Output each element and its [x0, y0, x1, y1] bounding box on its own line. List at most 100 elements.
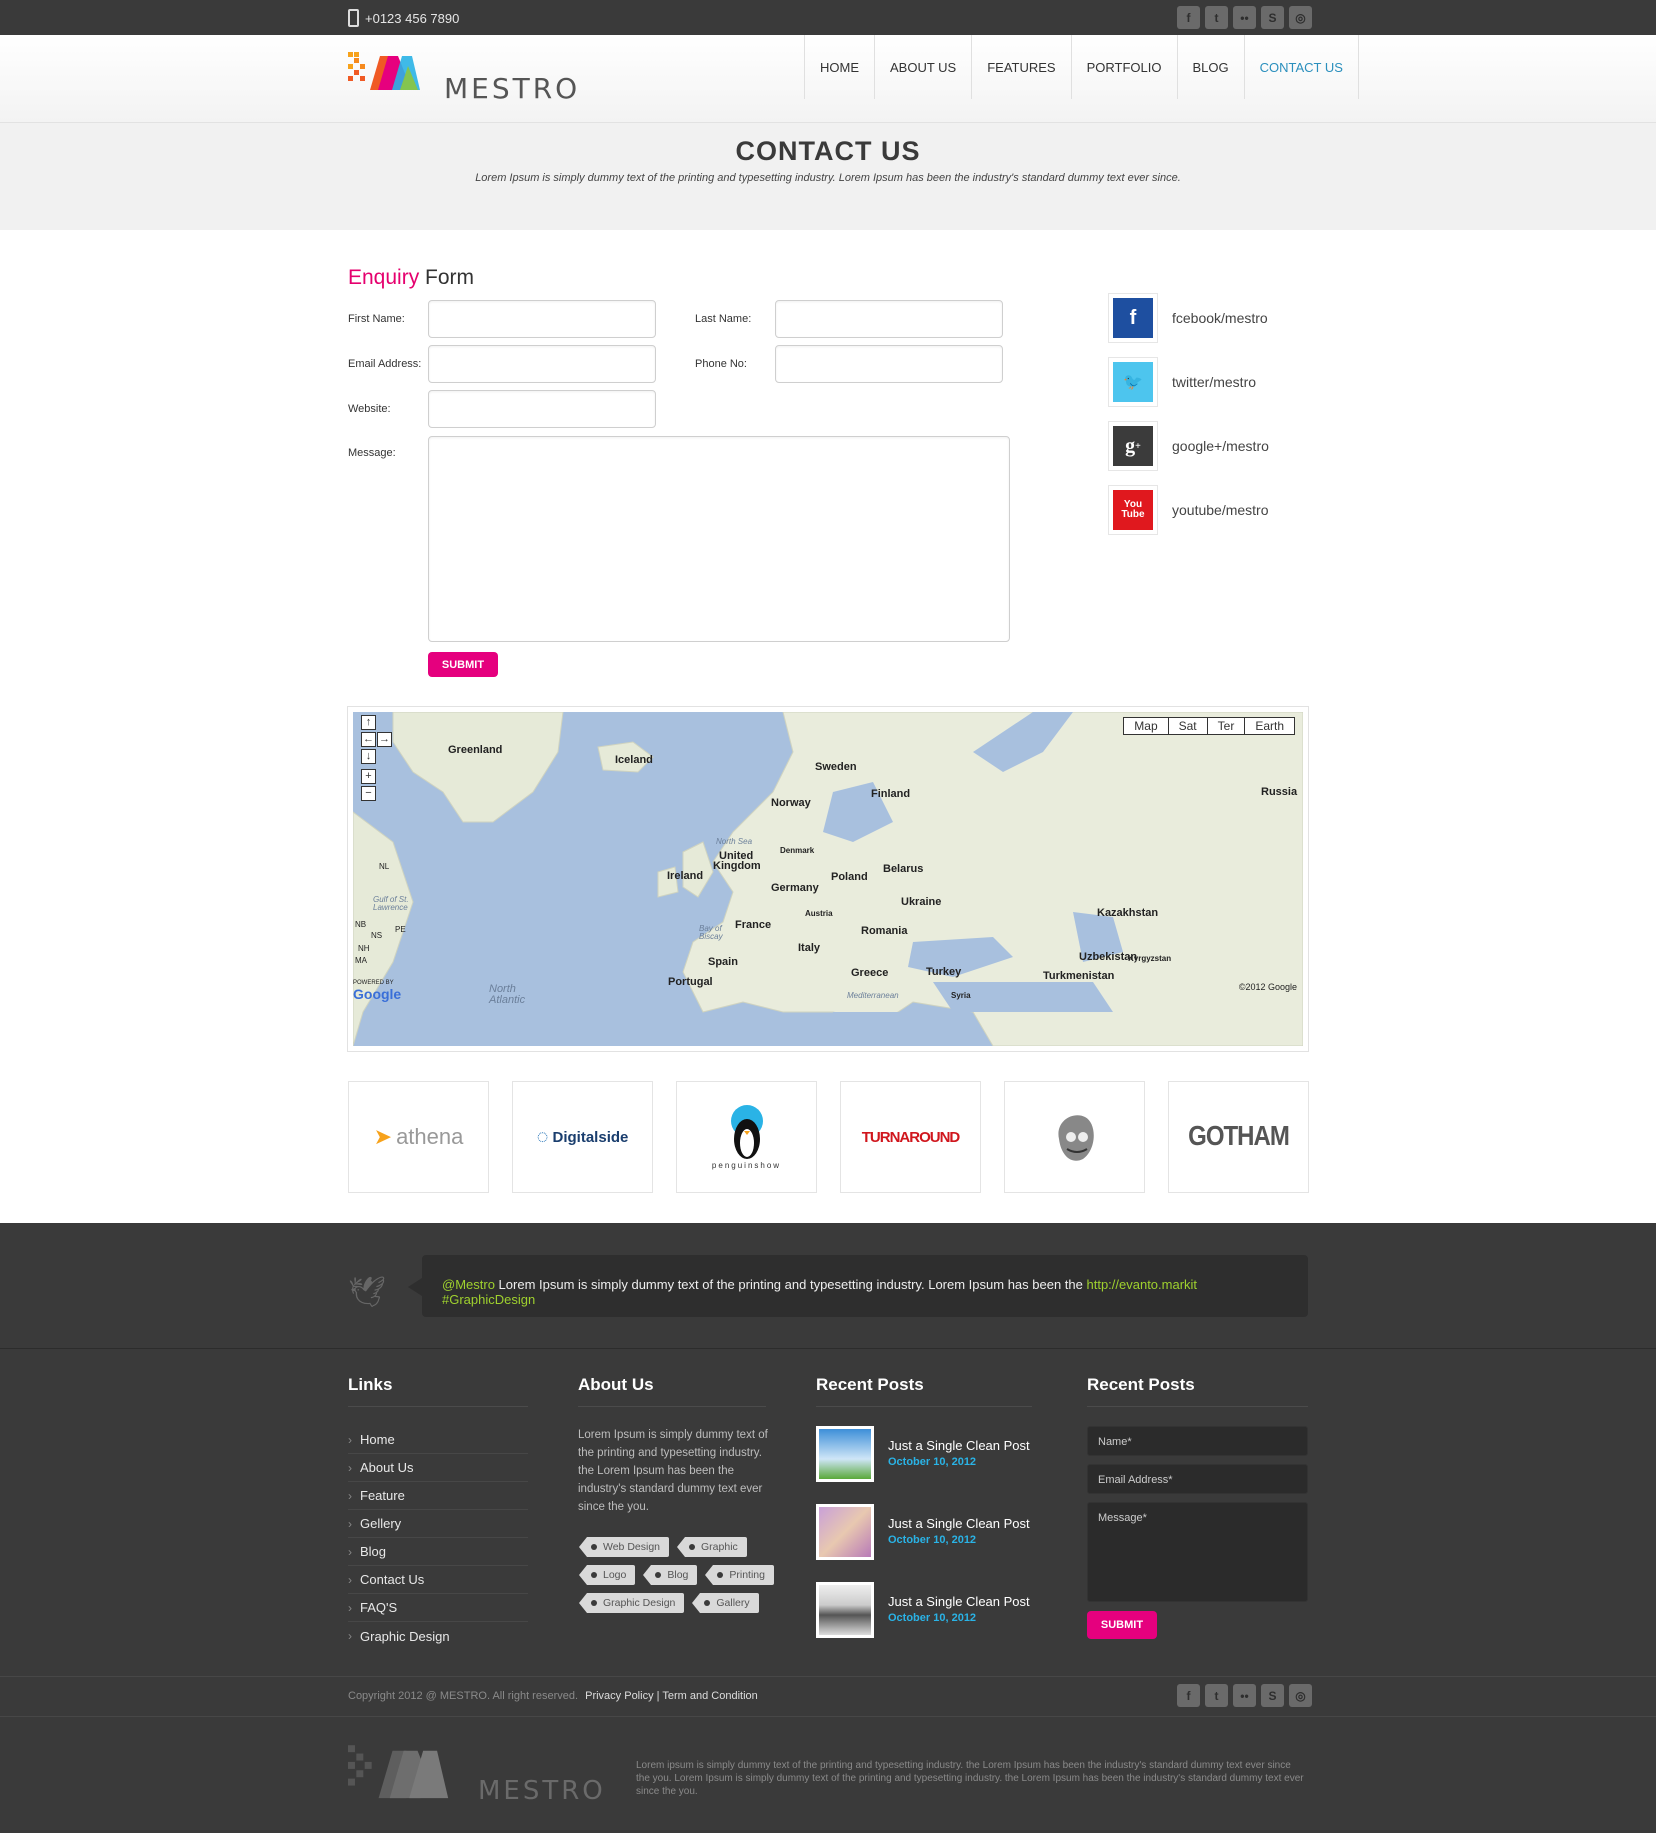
footer-logo-text[interactable]: MESTRO	[478, 1776, 606, 1806]
recent-post[interactable]: Just a Single Clean Post October 10, 2012	[816, 1504, 1036, 1560]
nav-contact-us[interactable]: CONTACT US	[1243, 35, 1359, 99]
tag[interactable]: Graphic Design	[578, 1593, 685, 1613]
skype-icon[interactable]: S	[1261, 1684, 1284, 1707]
chevron-right-icon: ›	[348, 1460, 352, 1475]
tag[interactable]: Gallery	[692, 1593, 759, 1613]
phone-input[interactable]	[775, 345, 1003, 383]
client-logo-turnaround[interactable]: TURNAROUND	[840, 1081, 981, 1193]
nav-portfolio[interactable]: PORTFOLIO	[1070, 35, 1177, 99]
contact-google-plus[interactable]: g + google+/mestro	[1108, 421, 1328, 471]
chevron-right-icon: ›	[348, 1544, 352, 1559]
dribbble-icon[interactable]: ◎	[1289, 1684, 1312, 1707]
footer-link-home[interactable]: › Home	[348, 1426, 528, 1454]
map-type-ter[interactable]: Ter	[1208, 718, 1246, 734]
footer-link-blog[interactable]: › Blog	[348, 1538, 528, 1566]
post-title[interactable]: Just a Single Clean Post	[888, 1438, 1030, 1453]
footer-link-feature[interactable]: › Feature	[348, 1482, 528, 1510]
tweet-text: Lorem Ipsum is simply dummy text of the …	[494, 1277, 1087, 1292]
tweet-handle[interactable]: @Mestro	[442, 1277, 495, 1292]
message-textarea[interactable]	[428, 436, 1010, 642]
footer-submit-button[interactable]: SUBMIT	[1087, 1611, 1157, 1639]
client-logo-penguinshow[interactable]: penguinshow	[676, 1081, 817, 1193]
post-thumbnail[interactable]	[816, 1426, 874, 1482]
logo-icon[interactable]	[348, 52, 440, 110]
client-logo-athena[interactable]: ➤ athena	[348, 1081, 489, 1193]
tweet-hashtag[interactable]: #GraphicDesign	[442, 1292, 535, 1307]
flickr-icon[interactable]: ••	[1233, 1684, 1256, 1707]
contact-label: fcebook/mestro	[1172, 310, 1268, 326]
footer-message-textarea[interactable]: Message*	[1087, 1502, 1308, 1602]
nav-features[interactable]: FEATURES	[971, 35, 1070, 99]
contact-youtube[interactable]: You Tube youtube/mestro	[1108, 485, 1328, 535]
zoom-out-icon[interactable]: −	[361, 786, 376, 801]
post-thumbnail[interactable]	[816, 1504, 874, 1560]
tag[interactable]: Logo	[578, 1565, 636, 1585]
footer-link-graphic-design[interactable]: › Graphic Design	[348, 1622, 528, 1650]
google-logo[interactable]: Google	[353, 986, 401, 1002]
footer-link-gellery[interactable]: › Gellery	[348, 1510, 528, 1538]
contact-twitter[interactable]: 🐦 twitter/mestro	[1108, 357, 1328, 407]
chevron-right-icon: ›	[348, 1488, 352, 1503]
email-input[interactable]	[428, 345, 656, 383]
enquiry-title-accent: Enquiry	[348, 266, 420, 289]
twitter-icon[interactable]: t	[1205, 1684, 1228, 1707]
pan-right-icon[interactable]: →	[377, 732, 392, 747]
submit-button[interactable]: SUBMIT	[428, 652, 498, 677]
tag[interactable]: Blog	[643, 1565, 698, 1585]
recent-post[interactable]: Just a Single Clean Post October 10, 2012	[816, 1426, 1036, 1482]
tweet-link[interactable]: http://evanto.markit	[1086, 1277, 1197, 1292]
client-logo-gotham[interactable]: GOTHAM	[1168, 1081, 1309, 1193]
facebook-icon[interactable]: f	[1177, 6, 1200, 29]
youtube-icon: You Tube	[1108, 485, 1158, 535]
dribbble-icon[interactable]: ◎	[1289, 6, 1312, 29]
logo-text[interactable]: MESTRO	[444, 72, 580, 105]
client-logo-mascot[interactable]	[1004, 1081, 1145, 1193]
copyright-band	[0, 1676, 1656, 1716]
top-social-links: f t •• S ◎	[1177, 6, 1312, 29]
tag[interactable]: Printing	[705, 1565, 774, 1585]
map-label: Portugal	[668, 976, 713, 988]
footer-name-input[interactable]: Name*	[1087, 1426, 1308, 1456]
website-input[interactable]	[428, 390, 656, 428]
pan-down-icon[interactable]: ↓	[361, 749, 376, 764]
last-name-input[interactable]	[775, 300, 1003, 338]
terms-link[interactable]: Term and Condition	[662, 1690, 757, 1702]
map-label: Sweden	[815, 761, 857, 773]
privacy-policy-link[interactable]: Privacy Policy	[585, 1690, 653, 1702]
nav-home[interactable]: HOME	[804, 35, 874, 99]
flickr-icon[interactable]: ••	[1233, 6, 1256, 29]
divider	[348, 1406, 528, 1407]
post-title[interactable]: Just a Single Clean Post	[888, 1516, 1030, 1531]
pan-left-icon[interactable]: ←	[361, 732, 376, 747]
first-name-input[interactable]	[428, 300, 656, 338]
footer-link-about-us[interactable]: › About Us	[348, 1454, 528, 1482]
skype-icon[interactable]: S	[1261, 6, 1284, 29]
twitter-icon[interactable]: t	[1205, 6, 1228, 29]
twitter-bird-icon: 🕊	[348, 1276, 387, 1309]
map-type-earth[interactable]: Earth	[1245, 718, 1294, 734]
contact-facebook[interactable]: f fcebook/mestro	[1108, 293, 1328, 343]
zoom-in-icon[interactable]: +	[361, 769, 376, 784]
post-thumbnail[interactable]	[816, 1582, 874, 1638]
contact-label: twitter/mestro	[1172, 374, 1257, 390]
twitter-icon: 🐦	[1108, 357, 1158, 407]
post-title[interactable]: Just a Single Clean Post	[888, 1594, 1030, 1609]
pan-up-icon[interactable]: ↑	[361, 715, 376, 730]
recent-post[interactable]: Just a Single Clean Post October 10, 2012	[816, 1582, 1036, 1638]
map-type-map[interactable]: Map	[1124, 718, 1169, 734]
chevron-right-icon: ›	[348, 1600, 352, 1615]
client-logo-digitalside[interactable]: ◌ Digitalside	[512, 1081, 653, 1193]
map-label: Norway	[771, 797, 811, 809]
tag[interactable]: Web Design	[578, 1537, 670, 1557]
footer-email-input[interactable]: Email Address*	[1087, 1464, 1308, 1494]
nav-blog[interactable]: BLOG	[1176, 35, 1244, 99]
map[interactable]: ↑ ← → ↓ + − Map Sat Ter Earth Greenland I…	[353, 712, 1303, 1046]
tag[interactable]: Graphic	[677, 1537, 747, 1557]
footer-link-faqs[interactable]: › FAQ'S	[348, 1594, 528, 1622]
email-label: Email Address:	[348, 358, 422, 370]
footer-logo-icon[interactable]	[348, 1745, 476, 1815]
map-type-sat[interactable]: Sat	[1169, 718, 1208, 734]
footer-link-contact-us[interactable]: › Contact Us	[348, 1566, 528, 1594]
nav-about-us[interactable]: ABOUT US	[874, 35, 971, 99]
facebook-icon[interactable]: f	[1177, 1684, 1200, 1707]
